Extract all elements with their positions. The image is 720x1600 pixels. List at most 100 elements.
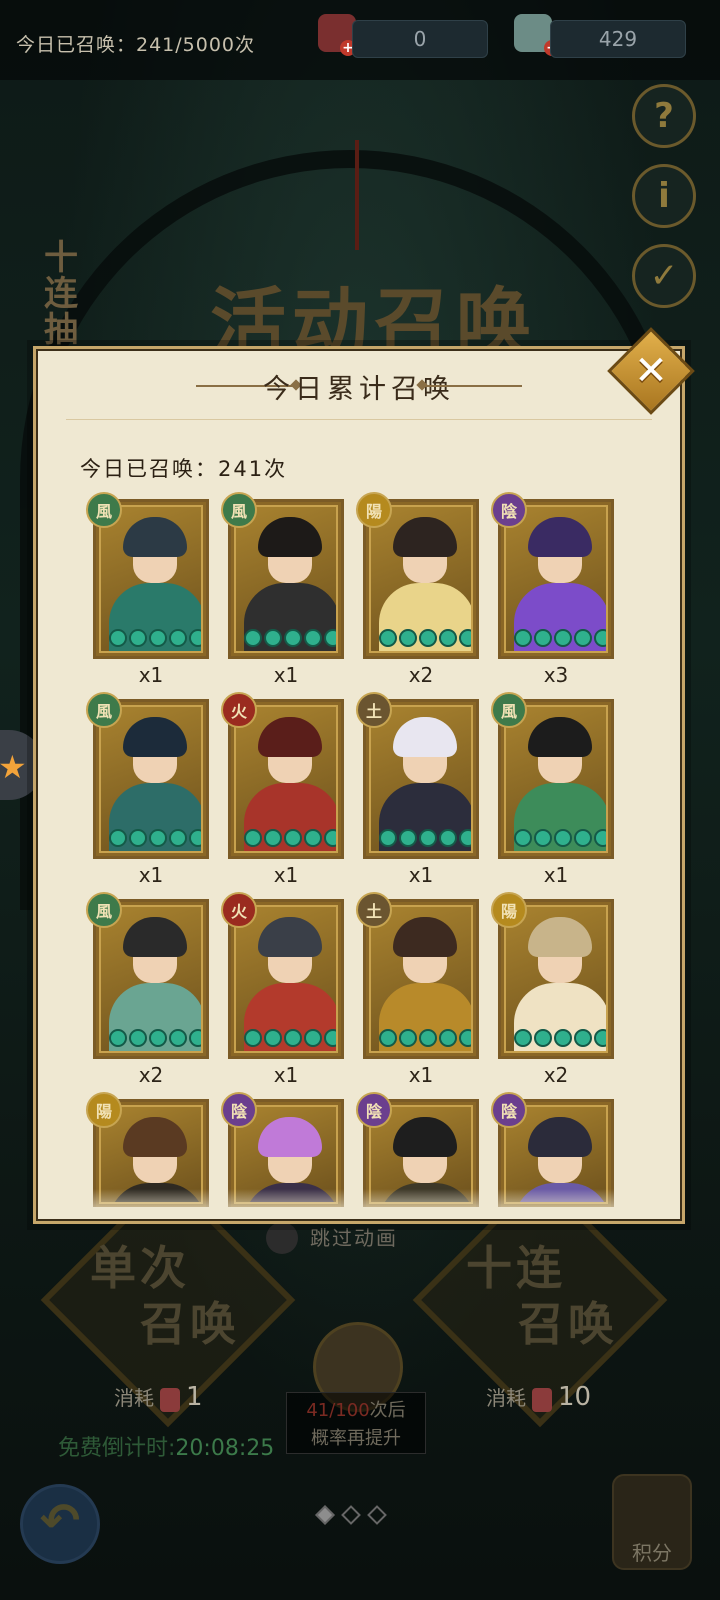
hero-card[interactable]: 火 bbox=[221, 892, 344, 1059]
star-icon bbox=[264, 829, 282, 847]
side-banner: 十连抽 bbox=[44, 238, 78, 350]
hero-quantity: x1 bbox=[138, 863, 164, 887]
free-countdown: 免费倒计时:20:08:25 bbox=[58, 1430, 274, 1462]
star-icon bbox=[574, 1029, 592, 1047]
hero-portrait bbox=[234, 705, 338, 853]
skip-animation-toggle[interactable] bbox=[266, 1222, 298, 1254]
hero-portrait bbox=[369, 505, 473, 653]
star-icon bbox=[129, 829, 147, 847]
check-button[interactable]: ✓ bbox=[632, 244, 696, 308]
hero-card[interactable]: 風 bbox=[86, 692, 209, 859]
star-icon bbox=[534, 1029, 552, 1047]
info-button[interactable]: i bbox=[632, 164, 696, 228]
star-rating bbox=[379, 1029, 471, 1047]
element-badge: 風 bbox=[86, 692, 122, 728]
star-icon bbox=[304, 1029, 322, 1047]
hero-portrait bbox=[99, 505, 203, 653]
star-icon bbox=[399, 629, 417, 647]
jade-count: 429 bbox=[550, 20, 686, 58]
star-icon bbox=[109, 629, 127, 647]
hero-quantity: x3 bbox=[543, 663, 569, 687]
page-indicator bbox=[315, 1505, 387, 1525]
hero-portrait bbox=[504, 905, 608, 1053]
star-icon bbox=[459, 1029, 471, 1047]
hero-hair bbox=[393, 517, 457, 557]
countdown-value: 20:08:25 bbox=[175, 1436, 275, 1461]
star-icon bbox=[419, 829, 437, 847]
check-icon: ✓ bbox=[649, 256, 679, 296]
star-rating bbox=[514, 1029, 606, 1047]
hero-quantity: x1 bbox=[408, 863, 434, 887]
hero-hair bbox=[123, 917, 187, 957]
hero-quantity: x1 bbox=[408, 1063, 434, 1087]
hero-hair bbox=[528, 1117, 592, 1157]
star-icon bbox=[244, 629, 262, 647]
ten-summon-label-1: 十连 bbox=[466, 1241, 566, 1295]
hero-portrait bbox=[99, 905, 203, 1053]
summon-total: 今日已召唤：241次 bbox=[80, 457, 288, 481]
help-button[interactable]: ? bbox=[632, 84, 696, 148]
single-summon-label-2: 召唤 bbox=[140, 1297, 240, 1351]
modal-title: 今日累计召唤 bbox=[263, 374, 455, 405]
hero-hair bbox=[123, 517, 187, 557]
hero-card[interactable]: 火 bbox=[221, 692, 344, 859]
hero-card[interactable]: 土 bbox=[356, 692, 479, 859]
hero-card[interactable]: 風 bbox=[86, 492, 209, 659]
countdown-label: 免费倒计时: bbox=[58, 1436, 176, 1461]
cost-value: 1 bbox=[186, 1382, 203, 1412]
star-icon bbox=[594, 629, 606, 647]
element-badge: 風 bbox=[221, 492, 257, 528]
single-summon-label-1: 单次 bbox=[90, 1241, 190, 1295]
question-icon: ? bbox=[654, 96, 674, 136]
star-icon bbox=[594, 1029, 606, 1047]
star-icon bbox=[244, 829, 262, 847]
hero-hair bbox=[258, 1117, 322, 1157]
title-ornament-right bbox=[422, 385, 522, 387]
probability-count: 41/100 bbox=[306, 1400, 370, 1421]
hero-card[interactable]: 陽 bbox=[491, 892, 614, 1059]
star-icon bbox=[554, 629, 572, 647]
hero-quantity: x1 bbox=[138, 663, 164, 687]
hero-card[interactable]: 陽 bbox=[356, 492, 479, 659]
hero-card[interactable]: 風 bbox=[221, 492, 344, 659]
star-icon bbox=[399, 1029, 417, 1047]
hero-card[interactable]: 陰 bbox=[491, 492, 614, 659]
ten-summon-cost: 消耗 10 bbox=[486, 1382, 591, 1412]
element-badge: 火 bbox=[221, 892, 257, 928]
star-icon: ★ bbox=[0, 748, 27, 786]
skip-animation-label: 跳过动画 bbox=[310, 1226, 398, 1250]
hero-hair bbox=[528, 517, 592, 557]
star-icon bbox=[324, 829, 336, 847]
scroll-icon bbox=[160, 1387, 180, 1412]
hero-card[interactable]: 風 bbox=[86, 892, 209, 1059]
probability-note: 概率再提升 bbox=[311, 1428, 401, 1449]
element-badge: 風 bbox=[86, 492, 122, 528]
hero-quantity: x1 bbox=[273, 863, 299, 887]
star-icon bbox=[514, 1029, 532, 1047]
star-rating bbox=[514, 829, 606, 847]
hero-quantity: x2 bbox=[138, 1063, 164, 1087]
star-icon bbox=[149, 629, 167, 647]
probability-suffix: 次后 bbox=[369, 1400, 406, 1421]
daily-summon-modal: 今日累计召唤 今日已召唤：241次 風 x1 風 x1 陽 x2 陰 x3 風 x1 火 x1 土 x1 風… bbox=[33, 346, 685, 1224]
hero-quantity: x2 bbox=[543, 1063, 569, 1087]
hero-card[interactable]: 風 bbox=[491, 692, 614, 859]
score-button[interactable]: 积分 bbox=[612, 1474, 692, 1570]
hero-quantity: x1 bbox=[273, 1063, 299, 1087]
star-icon bbox=[419, 629, 437, 647]
hero-card[interactable]: 土 bbox=[356, 892, 479, 1059]
star-icon bbox=[324, 1029, 336, 1047]
hero-hair bbox=[258, 517, 322, 557]
star-icon bbox=[109, 1029, 127, 1047]
scroll-icon bbox=[532, 1387, 552, 1412]
scroll-count: 0 bbox=[352, 20, 488, 58]
hero-hair bbox=[528, 917, 592, 957]
page-dot bbox=[367, 1505, 387, 1525]
star-icon bbox=[439, 829, 457, 847]
probability-info: 41/100次后 概率再提升 bbox=[286, 1392, 426, 1454]
title-divider bbox=[66, 419, 652, 420]
hero-portrait bbox=[99, 705, 203, 853]
star-icon bbox=[189, 1029, 201, 1047]
hero-portrait bbox=[234, 505, 338, 653]
back-button[interactable]: ↶ bbox=[20, 1484, 100, 1564]
